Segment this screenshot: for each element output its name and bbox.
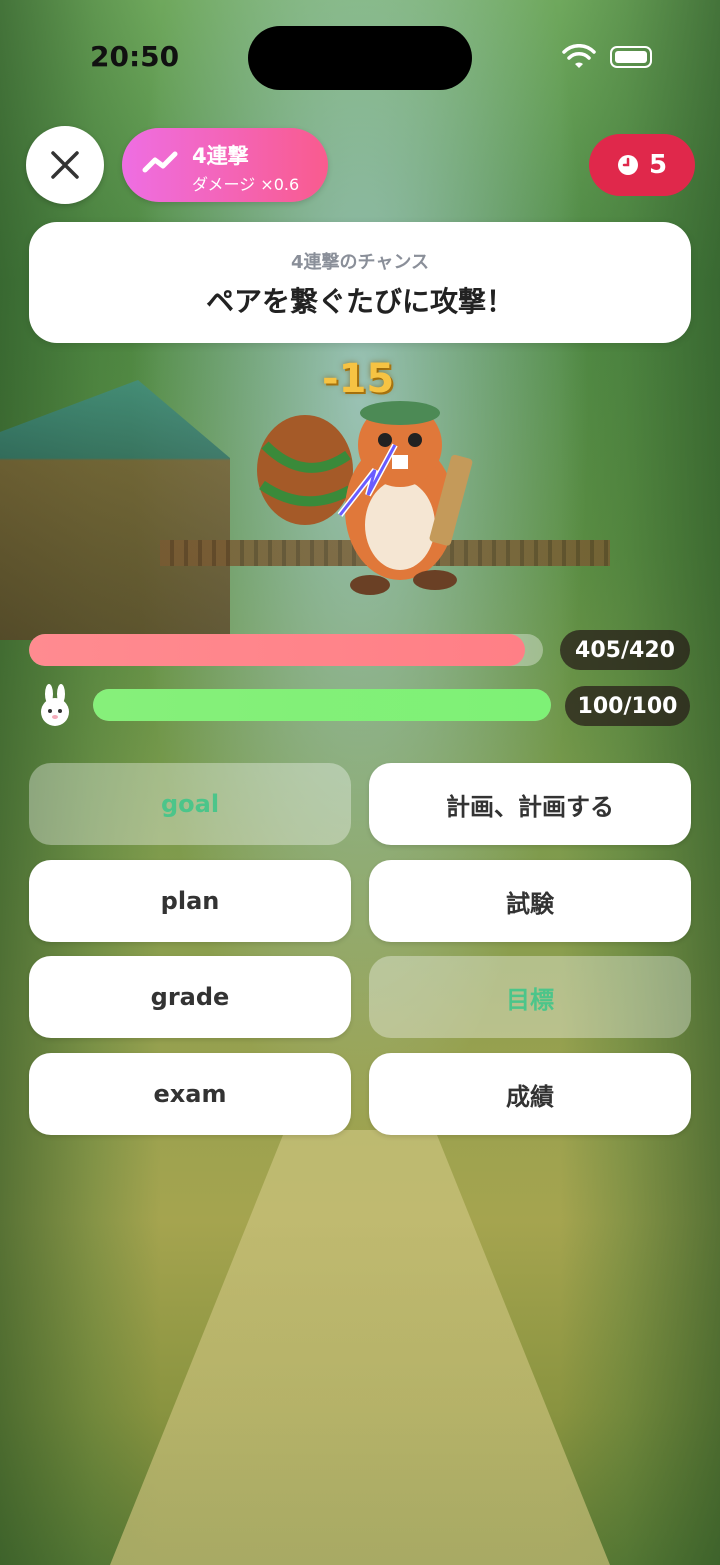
enemy-hp-fill: [29, 634, 525, 666]
close-button[interactable]: [26, 126, 104, 204]
combo-subtitle: ダメージ ×0.6: [192, 175, 300, 194]
card-plan[interactable]: plan: [29, 860, 351, 942]
timer-value: 5: [648, 150, 668, 180]
close-icon: [51, 151, 79, 179]
treehouse: [0, 380, 230, 640]
status-time: 20:50: [90, 40, 180, 73]
clock-icon: [617, 155, 638, 175]
battery-icon: [610, 46, 652, 68]
enemy-hp-bar: [29, 634, 543, 666]
trend-icon: [142, 151, 178, 173]
card-grade-ja[interactable]: 成績: [369, 1053, 691, 1135]
card-exam-ja[interactable]: 試験: [369, 860, 691, 942]
stone-path: [110, 1130, 610, 1565]
prompt-subtitle: 4連撃のチャンス: [291, 252, 429, 273]
prompt-title: ペアを繋ぐたびに攻撃！: [205, 285, 514, 318]
dynamic-island: [248, 26, 472, 90]
card-goal[interactable]: goal: [29, 763, 351, 845]
bunny-avatar-icon: [41, 684, 69, 726]
prompt-card: 4連撃のチャンス ペアを繋ぐたびに攻撃！: [29, 222, 691, 343]
player-hp-fill: [93, 689, 551, 721]
player-hp-bar: [93, 689, 551, 721]
beaver-enemy: [257, 401, 473, 595]
timer-badge: 5: [589, 134, 695, 196]
enemy-hp-label: 405/420: [560, 630, 690, 670]
wifi-icon: [562, 44, 596, 68]
combo-badge: 4連撃 ダメージ ×0.6: [122, 128, 328, 202]
card-plan-ja[interactable]: 計画、計画する: [369, 763, 691, 845]
card-exam[interactable]: exam: [29, 1053, 351, 1135]
player-hp-label: 100/100: [565, 686, 690, 726]
combo-title: 4連撃: [192, 144, 249, 168]
card-grade[interactable]: grade: [29, 956, 351, 1038]
card-goal-ja[interactable]: 目標: [369, 956, 691, 1038]
